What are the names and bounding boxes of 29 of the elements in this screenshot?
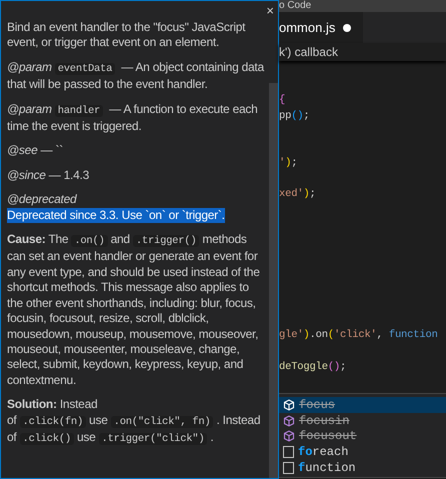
doc-paragraph: @see — `` (7, 143, 64, 159)
code-line: { (279, 93, 286, 108)
code-line: deToggle(); (279, 360, 346, 375)
doc-paragraph: @since — 1.4.3 (7, 168, 90, 184)
square-icon (283, 462, 294, 474)
suggestion-label: foreach (298, 444, 348, 461)
window-title: o Code (279, 0, 312, 12)
doc-paragraph: @deprecated (7, 192, 78, 208)
suggestion-label: function (298, 460, 356, 477)
cube-icon (283, 430, 295, 442)
cube-icon (283, 398, 295, 411)
editor-tab[interactable]: ommon.js (279, 12, 364, 43)
breadcrumb[interactable]: k') callback (279, 43, 446, 61)
code-line: xed'); (279, 187, 316, 202)
doc-paragraph: Solution: Instead of .click(fn) use .on("click", fn) . Instead of .click() use .trigger("click") . (7, 397, 262, 447)
doc-paragraph: @param eventData — An object containing data that will be passed to the event handler. (7, 60, 266, 93)
code-line: '); (279, 156, 298, 171)
code-line: gle').on('click', function (279, 328, 438, 344)
suggestion-item[interactable]: function (279, 460, 446, 476)
cube-icon (283, 414, 295, 427)
square-icon (283, 446, 294, 458)
close-button[interactable]: × (266, 4, 274, 17)
scrollbar-thumb[interactable] (269, 83, 278, 478)
suggestion-item[interactable]: foreach (279, 444, 446, 460)
code-line: pp(); (279, 108, 310, 124)
doc-paragraph: Deprecated since 3.3. Use `on` or `trigger`. (7, 208, 225, 224)
doc-paragraph: Cause: The .on() and .trigger() methods can set an event handler or generate an event for any event type, and should be used instead of the shortcut methods. This message also applies to the other event shorthands, including: blur, focus, focusin, focusout, resize, scroll, dblclick, mousedown, mouseup, mousemove, mouseover, mouseout, mouseenter, mouseleave, change, select, submit, keydown, keypress, keyup, and contextmenu. (7, 232, 261, 388)
doc-paragraph: Bind an event handler to the "focus" JavaScript event, or trigger that event on an element. (7, 20, 246, 51)
doc-paragraph: @param handler — A function to execute each time the event is triggered. (7, 102, 259, 134)
